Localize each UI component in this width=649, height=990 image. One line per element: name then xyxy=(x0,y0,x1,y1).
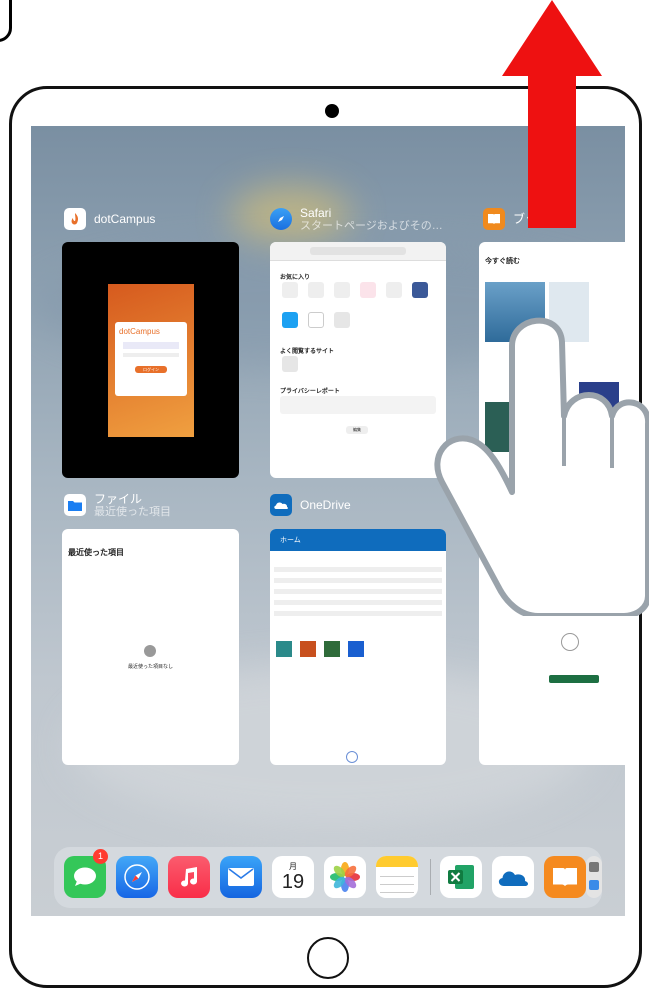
safari-favorites-row xyxy=(282,282,428,298)
onedrive-header-bar: ホーム xyxy=(270,529,446,551)
dotcampus-logo-text: dotCampus xyxy=(119,327,160,336)
music-icon[interactable] xyxy=(168,856,210,898)
favorite-facebook-icon xyxy=(412,282,428,298)
books-icon[interactable] xyxy=(544,856,586,898)
onedrive-app-icon xyxy=(270,494,292,516)
files-clock-icon xyxy=(144,645,156,657)
files-card-title: ファイル xyxy=(94,491,143,506)
dotcampus-card[interactable]: dotCampus ログイン xyxy=(62,242,239,478)
favorite-yahoo-icon xyxy=(360,282,376,298)
file-row xyxy=(274,611,442,616)
safari-privacy-heading: プライバシーレポート xyxy=(280,389,340,395)
safari-privacy-report-box xyxy=(280,396,436,414)
onedrive-file-list xyxy=(274,561,442,621)
file-row xyxy=(274,567,442,572)
favorite-generic-icon xyxy=(334,312,350,328)
files-empty-text: 最近使った項目なし xyxy=(127,664,173,670)
calendar-day: 19 xyxy=(281,870,305,893)
mail-icon[interactable] xyxy=(220,856,262,898)
dock-divider xyxy=(430,859,431,895)
favorite-apple-icon xyxy=(282,282,298,298)
dock: 1 月 19 xyxy=(54,847,602,908)
favorite-google-icon xyxy=(334,282,350,298)
files-heading: 最近使った項目 xyxy=(68,548,124,557)
shared-item-icon xyxy=(324,641,340,657)
dotcampus-user-field xyxy=(123,342,179,349)
safari-favorites-heading: お気に入り xyxy=(280,275,311,281)
notes-icon[interactable] xyxy=(376,856,418,898)
home-button[interactable] xyxy=(307,937,349,979)
favorite-wikipedia-icon xyxy=(386,282,402,298)
onedrive-home-title: ホーム xyxy=(280,537,301,544)
shared-item-icon xyxy=(276,641,292,657)
corner-bracket xyxy=(0,0,12,42)
safari-card-header: Safari スタートページおよびその… xyxy=(270,204,443,234)
dotcampus-password-field xyxy=(123,353,179,357)
excel-button xyxy=(549,675,599,683)
safari-favorites-row-2 xyxy=(282,312,350,328)
safari-address-bar xyxy=(310,247,406,255)
camera-dot xyxy=(325,104,339,118)
favorite-twitter-icon xyxy=(282,312,298,328)
dotcampus-card-title: dotCampus xyxy=(94,212,156,226)
favorite-apple-icon xyxy=(308,282,324,298)
files-card-subtitle: 最近使った項目 xyxy=(94,505,171,518)
safari-frequent-heading: よく閲覧するサイト xyxy=(280,349,335,355)
dotcampus-login-button: ログイン xyxy=(135,366,167,373)
dotcampus-login-screen: dotCampus ログイン xyxy=(108,284,194,437)
safari-toolbar xyxy=(270,242,446,261)
file-row xyxy=(274,600,442,605)
safari-app-icon xyxy=(270,208,292,230)
file-row xyxy=(274,589,442,594)
photos-icon[interactable] xyxy=(324,856,366,898)
onedrive-card[interactable]: ホーム xyxy=(270,529,446,765)
files-card-header: ファイル 最近使った項目 xyxy=(64,490,171,520)
excel-clock-icon xyxy=(561,633,579,651)
dotcampus-app-icon xyxy=(64,208,86,230)
utilities-icon[interactable] xyxy=(586,856,602,898)
safari-edit-button: 編集 xyxy=(346,426,368,434)
files-card[interactable]: 最近使った項目 最近使った項目なし xyxy=(62,529,239,765)
shared-item-icon xyxy=(348,641,364,657)
onedrive-card-title: OneDrive xyxy=(300,498,351,512)
onedrive-icon[interactable] xyxy=(492,856,534,898)
onedrive-camera-icon xyxy=(346,751,358,763)
safari-card[interactable]: お気に入り よく閲覧するサイト プライバシーレポート 編集 xyxy=(270,242,446,478)
calendar-icon[interactable]: 月 19 xyxy=(272,856,314,898)
messages-badge: 1 xyxy=(93,849,108,864)
safari-card-title: Safari xyxy=(300,205,332,220)
excel-icon[interactable] xyxy=(440,856,482,898)
dotcampus-card-header: dotCampus xyxy=(64,204,155,234)
onedrive-card-header: OneDrive xyxy=(270,490,351,520)
files-app-icon xyxy=(64,494,86,516)
pointing-hand-icon xyxy=(434,317,649,616)
dotcampus-login-panel: dotCampus ログイン xyxy=(115,322,187,396)
swipe-up-arrow-icon xyxy=(502,0,602,228)
safari-icon[interactable] xyxy=(116,856,158,898)
file-row xyxy=(274,578,442,583)
calendar-weekday: 月 xyxy=(289,861,297,871)
onedrive-shared-row xyxy=(276,641,364,657)
favorite-news-icon xyxy=(308,312,324,328)
safari-card-subtitle: スタートページおよびその… xyxy=(300,219,443,232)
frequent-site-icon xyxy=(282,356,298,372)
shared-item-icon xyxy=(300,641,316,657)
books-read-now-heading: 今すぐ読む xyxy=(485,258,520,265)
